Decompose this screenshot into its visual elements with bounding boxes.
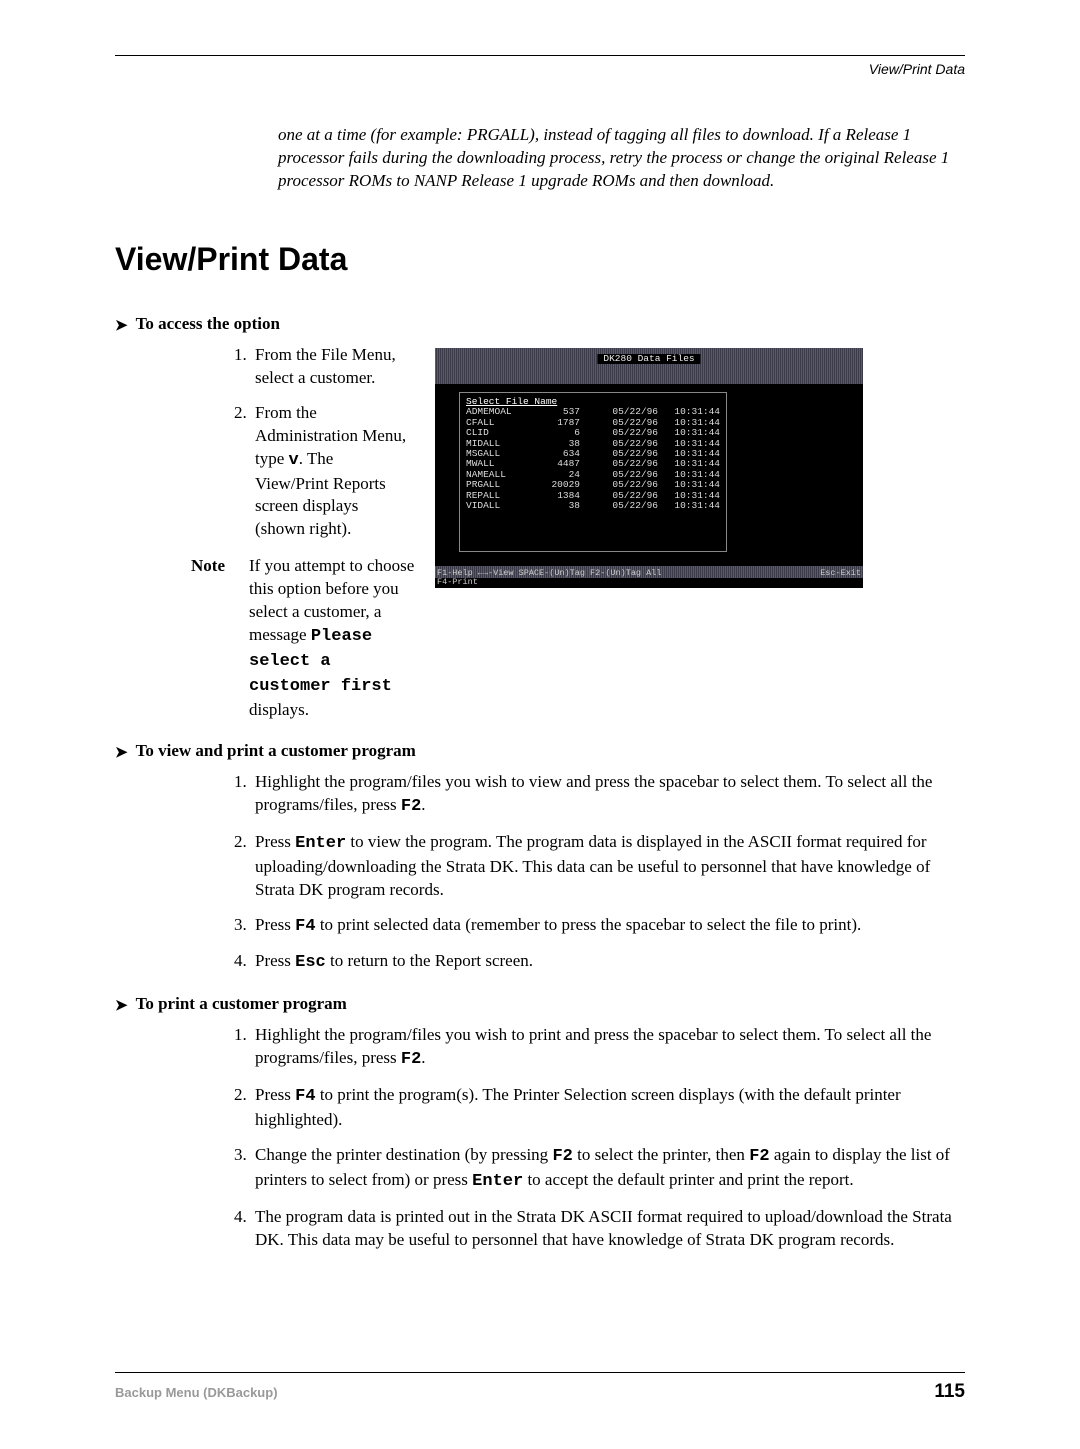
key-esc: Esc <box>295 953 326 972</box>
key-f2: F2 <box>401 797 421 816</box>
print-step-2: Press F4 to print the program(s). The Pr… <box>251 1084 965 1132</box>
pr-s3a: Change the printer destination (by press… <box>255 1145 552 1164</box>
header-section-label: View/Print Data <box>115 60 965 79</box>
terminal-screenshot: DK280 Data Files Select File Name ADMEMO… <box>435 348 863 588</box>
viewprint-step-2: Press Enter to view the program. The pro… <box>251 831 965 902</box>
access-steps: From the File Menu, select a customer. F… <box>251 344 415 542</box>
subheading-viewprint-text: To view and print a customer program <box>136 740 416 763</box>
vp-s4a: Press <box>255 951 295 970</box>
note-body: If you attempt to choose this option bef… <box>249 555 415 722</box>
pr-s1a: Highlight the program/files you wish to … <box>255 1025 931 1067</box>
key-f4: F4 <box>295 917 315 936</box>
key-v: v <box>289 451 299 470</box>
footer-page-number: 115 <box>934 1379 965 1405</box>
pr-s3b: to select the printer, then <box>573 1145 749 1164</box>
key-f4: F4 <box>295 1087 315 1106</box>
vp-s2b: to view the program. The program data is… <box>255 832 930 899</box>
pr-s1b: . <box>421 1048 425 1067</box>
viewprint-steps: Highlight the program/files you wish to … <box>251 771 965 976</box>
page-title: View/Print Data <box>115 238 965 281</box>
subheading-print: ➤ To print a customer program <box>115 993 965 1016</box>
note-body-c: displays. <box>249 700 309 719</box>
bottom-rule <box>115 1372 965 1373</box>
vp-s3b: to print selected data (remember to pres… <box>316 915 862 934</box>
key-enter: Enter <box>472 1172 523 1191</box>
print-step-1: Highlight the program/files you wish to … <box>251 1024 965 1072</box>
pr-s2b: to print the program(s). The Printer Sel… <box>255 1085 901 1129</box>
vp-s4b: to return to the Report screen. <box>326 951 533 970</box>
terminal-footer: F1-Help ←→-View SPACE-(Un)Tag F2-(Un)Tag… <box>437 569 861 588</box>
subheading-access: ➤ To access the option <box>115 313 965 336</box>
viewprint-step-1: Highlight the program/files you wish to … <box>251 771 965 819</box>
subheading-viewprint: ➤ To view and print a customer program <box>115 740 965 763</box>
key-f2: F2 <box>552 1147 572 1166</box>
terminal-file-row: CLID605/22/9610:31:44 <box>466 428 720 438</box>
print-steps: Highlight the program/files you wish to … <box>251 1024 965 1252</box>
terminal-file-row: VIDALL3805/22/9610:31:44 <box>466 501 720 511</box>
access-note: Note If you attempt to choose this optio… <box>191 555 415 722</box>
pr-s3d: to accept the default printer and print … <box>523 1170 853 1189</box>
subheading-print-text: To print a customer program <box>136 993 347 1016</box>
key-f2: F2 <box>401 1050 421 1069</box>
key-f2: F2 <box>749 1147 769 1166</box>
pr-s2a: Press <box>255 1085 295 1104</box>
terminal-title: DK280 Data Files <box>597 354 700 364</box>
vp-s1a: Highlight the program/files you wish to … <box>255 772 932 814</box>
vp-s1b: . <box>421 795 425 814</box>
terminal-footer-left: F1-Help ←→-View SPACE-(Un)Tag F2-(Un)Tag… <box>437 569 661 588</box>
access-step-2: From the Administration Menu, type v. Th… <box>251 402 415 542</box>
intro-paragraph: one at a time (for example: PRGALL), ins… <box>278 124 965 193</box>
triangle-right-icon: ➤ <box>115 319 128 334</box>
key-enter: Enter <box>295 834 346 853</box>
access-step-1: From the File Menu, select a customer. <box>251 344 415 390</box>
terminal-rows: ADMEMOAL53705/22/9610:31:44CFALL178705/2… <box>466 407 720 511</box>
page-footer: Backup Menu (DKBackup) 115 <box>115 1379 965 1405</box>
access-left-column: From the File Menu, select a customer. F… <box>115 344 415 722</box>
vp-s2a: Press <box>255 832 295 851</box>
subheading-access-text: To access the option <box>136 313 280 336</box>
triangle-right-icon: ➤ <box>115 746 128 761</box>
terminal-foot-left-2: F4-Print <box>437 577 478 587</box>
vp-s3a: Press <box>255 915 295 934</box>
print-step-4: The program data is printed out in the S… <box>251 1206 965 1252</box>
note-label: Note <box>191 555 235 722</box>
triangle-right-icon: ➤ <box>115 999 128 1014</box>
terminal-footer-right: Esc-Exit <box>820 569 861 588</box>
access-two-column: From the File Menu, select a customer. F… <box>115 344 965 722</box>
viewprint-step-3: Press F4 to print selected data (remembe… <box>251 914 965 939</box>
terminal-file-box: Select File Name ADMEMOAL53705/22/9610:3… <box>459 392 727 552</box>
footer-left: Backup Menu (DKBackup) <box>115 1384 278 1402</box>
top-rule <box>115 55 965 56</box>
viewprint-step-4: Press Esc to return to the Report screen… <box>251 950 965 975</box>
print-step-3: Change the printer destination (by press… <box>251 1144 965 1194</box>
